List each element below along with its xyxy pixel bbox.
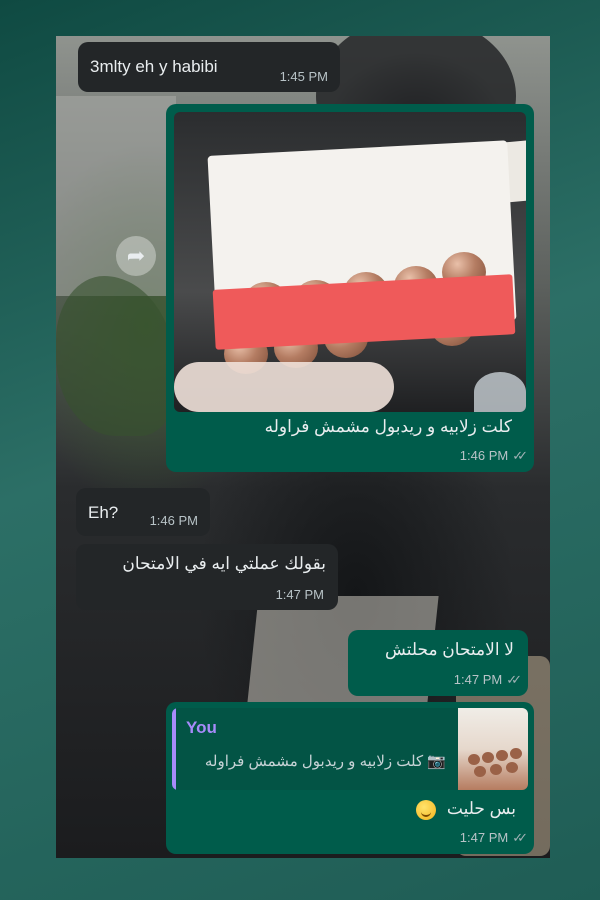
quote-text-row: 📷 كلت زلابيه و ريدبول مشمش فراوله bbox=[205, 752, 446, 770]
message-incoming[interactable]: Eh? 1:46 PM bbox=[76, 488, 210, 536]
thumbnail-ball bbox=[510, 748, 522, 759]
message-outgoing-reply[interactable]: You 📷 كلت زلابيه و ريدبول مشمش فراوله بس… bbox=[166, 702, 534, 854]
message-time-row: 1:47 PM ✓✓ bbox=[453, 672, 522, 688]
message-text: بس حليت bbox=[446, 799, 516, 818]
quote-text: كلت زلابيه و ريدبول مشمش فراوله bbox=[204, 753, 424, 770]
image-caption: كلت زلابيه و ريدبول مشمش فراوله bbox=[264, 417, 512, 436]
forward-arrow-icon: ➦ bbox=[126, 243, 146, 268]
thumbnail-ball bbox=[490, 764, 502, 775]
thumbnail-ball bbox=[482, 752, 494, 763]
forward-button[interactable]: ➦ bbox=[116, 236, 156, 276]
message-time: 1:47 PM bbox=[275, 587, 324, 602]
double-check-icon: ✓✓ bbox=[512, 830, 528, 845]
message-text: Eh? bbox=[88, 503, 119, 522]
quote-thumbnail bbox=[458, 708, 528, 790]
message-time-row: 1:47 PM ✓✓ bbox=[459, 830, 528, 846]
message-text-row: بس حليت bbox=[416, 798, 516, 820]
drink-can bbox=[474, 372, 526, 412]
thumbnail-ball bbox=[506, 762, 518, 773]
message-time: 1:46 PM bbox=[149, 513, 198, 528]
quote-accent-bar bbox=[172, 708, 176, 790]
message-photo[interactable] bbox=[174, 112, 526, 412]
smiling-face-emoji bbox=[416, 799, 437, 820]
camera-icon: 📷 bbox=[427, 753, 446, 770]
message-outgoing[interactable]: لا الامتحان محلتش 1:47 PM ✓✓ bbox=[348, 630, 528, 696]
hand bbox=[174, 362, 394, 412]
double-check-icon: ✓✓ bbox=[506, 672, 522, 687]
message-text: لا الامتحان محلتش bbox=[385, 640, 514, 659]
message-time: 1:46 PM bbox=[459, 448, 509, 463]
background-wall bbox=[56, 96, 176, 296]
background-plant bbox=[56, 276, 176, 436]
chat-screen: 3mlty eh y habibi 1:45 PM ➦ كلت زلابيه و… bbox=[56, 36, 550, 858]
message-incoming[interactable]: بقولك عملتي ايه في الامتحان 1:47 PM bbox=[76, 544, 338, 610]
quoted-message[interactable]: You 📷 كلت زلابيه و ريدبول مشمش فراوله bbox=[172, 708, 528, 790]
thumbnail-ball bbox=[474, 766, 486, 777]
message-time-row: 1:46 PM ✓✓ bbox=[459, 448, 528, 464]
message-time: 1:47 PM bbox=[453, 672, 503, 687]
message-text: بقولك عملتي ايه في الامتحان bbox=[122, 554, 326, 573]
double-check-icon: ✓✓ bbox=[512, 448, 528, 463]
quote-sender: You bbox=[186, 718, 217, 737]
message-text: 3mlty eh y habibi bbox=[90, 57, 218, 76]
message-outgoing-image[interactable]: كلت زلابيه و ريدبول مشمش فراوله 1:46 PM ✓… bbox=[166, 104, 534, 472]
message-incoming[interactable]: 3mlty eh y habibi 1:45 PM bbox=[78, 42, 340, 92]
thumbnail-ball bbox=[468, 754, 480, 765]
message-time: 1:47 PM bbox=[459, 830, 509, 845]
message-time: 1:45 PM bbox=[279, 69, 328, 84]
thumbnail-ball bbox=[496, 750, 508, 761]
